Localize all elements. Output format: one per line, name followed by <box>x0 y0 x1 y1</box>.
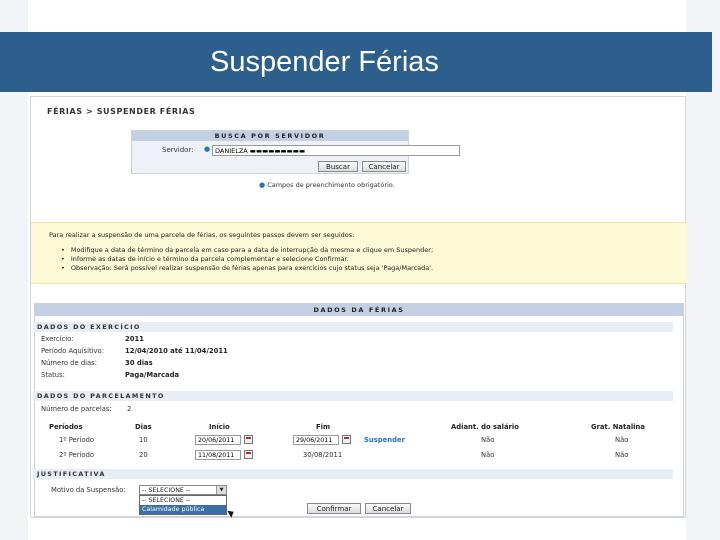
col-dias: Dias <box>135 423 152 431</box>
instruction-item: Modifique a data de término da parcela e… <box>61 246 433 255</box>
motivo-label: Motivo da Suspensão: <box>51 486 126 494</box>
num-parcelas-label: Número de parcelas: <box>41 405 112 413</box>
suspender-link[interactable]: Suspender <box>364 436 405 444</box>
screenshot-area: FÉRIAS > SUSPENDER FÉRIAS BUSCA POR SERV… <box>30 96 687 518</box>
instructions-intro: Para realizar a suspensão de uma parcela… <box>49 231 355 239</box>
status-value: Paga/Marcada <box>125 371 180 379</box>
required-icon: ● <box>259 181 266 189</box>
motivo-option[interactable]: Calamidade pública <box>140 505 226 514</box>
required-note-text: Campos de preenchimento obrigatório. <box>267 181 395 189</box>
calendar-icon[interactable] <box>244 450 253 459</box>
ferias-panel-caption: DADOS DA FÉRIAS <box>35 304 683 316</box>
search-panel: BUSCA POR SERVIDOR Servidor: ● Buscar Ca… <box>131 130 460 174</box>
breadcrumb: FÉRIAS > SUSPENDER FÉRIAS <box>47 107 196 116</box>
col-fim: Fim <box>316 423 331 431</box>
row1-grat: Não <box>615 436 629 444</box>
numero-dias-value: 30 dias <box>125 359 153 367</box>
row2-adiant: Não <box>481 451 495 459</box>
row1-inicio-input[interactable] <box>195 435 241 445</box>
slide-title-bar: Suspender Férias <box>0 32 712 92</box>
motivo-select[interactable]: -- SELECIONE -- ▼ <box>139 485 227 495</box>
row1-adiant: Não <box>481 436 495 444</box>
required-note: ● Campos de preenchimento obrigatório. <box>259 181 395 189</box>
exercicio-section-header: DADOS DO EXERCÍCIO <box>33 322 673 332</box>
justificativa-section-header: JUSTIFICATIVA <box>33 469 673 479</box>
confirm-button[interactable]: Confirmar <box>307 503 361 514</box>
numero-dias-label: Número de dias: <box>41 359 98 367</box>
motivo-selected-value: -- SELECIONE -- <box>142 487 191 494</box>
servidor-input[interactable] <box>212 145 460 156</box>
instruction-item: Informe as datas de início e término da … <box>61 255 433 264</box>
col-periodos: Períodos <box>49 423 83 431</box>
parcelamento-section-header: DADOS DO PARCELAMENTO <box>33 391 673 401</box>
calendar-icon[interactable] <box>244 435 253 444</box>
servidor-label: Servidor: <box>162 146 194 154</box>
calendar-icon[interactable] <box>342 435 351 444</box>
search-button[interactable]: Buscar <box>318 161 358 172</box>
row1-periodo: 1º Período <box>59 436 95 444</box>
num-parcelas-value: 2 <box>127 405 132 413</box>
instruction-item: Observação: Será possível realizar suspe… <box>61 264 433 273</box>
required-icon: ● <box>204 145 211 153</box>
col-grat-natalina: Grat. Natalina <box>591 423 645 431</box>
exercicio-value: 2011 <box>125 335 144 343</box>
chevron-down-icon[interactable]: ▼ <box>216 486 226 494</box>
row2-inicio-input[interactable] <box>195 450 241 460</box>
row2-periodo: 2º Período <box>59 451 95 459</box>
instructions-list: Modifique a data de término da parcela e… <box>61 246 433 273</box>
cancel-button[interactable]: Cancelar <box>365 503 411 514</box>
slide-title: Suspender Férias <box>210 46 439 78</box>
exercicio-label: Exercício: <box>41 335 74 343</box>
row1-dias: 10 <box>139 436 148 444</box>
row2-grat: Não <box>615 451 629 459</box>
periodo-aquisitivo-value: 12/04/2010 até 11/04/2011 <box>125 347 228 355</box>
row2-fim: 30/08/2011 <box>303 451 343 459</box>
search-panel-caption: BUSCA POR SERVIDOR <box>132 131 408 141</box>
row2-dias: 20 <box>139 451 148 459</box>
col-inicio: Início <box>209 423 230 431</box>
status-label: Status: <box>41 371 65 379</box>
instructions-box: Para realizar a suspensão de uma parcela… <box>31 222 687 284</box>
motivo-option[interactable]: -- SELECIONE -- <box>140 496 226 505</box>
servidor-row: Servidor: ● <box>132 145 460 157</box>
col-adiant-salario: Adiant. do salário <box>451 423 519 431</box>
cancel-search-button[interactable]: Cancelar <box>362 161 406 172</box>
periodo-aquisitivo-label: Período Aquisitivo: <box>41 347 105 355</box>
row1-fim-input[interactable] <box>293 435 339 445</box>
motivo-dropdown: -- SELECIONE -- Calamidade pública <box>139 495 227 515</box>
